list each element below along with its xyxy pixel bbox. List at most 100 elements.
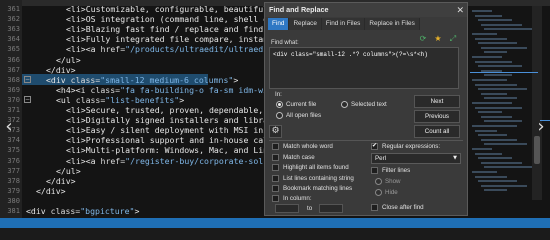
match-case-checkbox[interactable] — [272, 154, 279, 161]
match-case-label: Match case — [283, 154, 315, 161]
filter-lines-checkbox[interactable] — [371, 167, 378, 174]
bottom-accent-bar — [0, 218, 550, 228]
minimap-line — [484, 74, 512, 77]
code-token: href= — [100, 44, 126, 55]
line-number: 369 — [7, 85, 20, 94]
scope-current-radio[interactable] — [276, 101, 283, 108]
fold-toggle-icon[interactable]: − — [24, 96, 31, 104]
minimap-line — [481, 46, 527, 49]
code-line[interactable]: <ul class="list-benefits"> — [56, 95, 184, 105]
minimap-line — [478, 157, 512, 160]
dialog-tabs: Find Replace Find in Files Replace in Fi… — [268, 18, 420, 30]
code-token: </div> — [46, 64, 76, 75]
line-number: 371 — [7, 106, 20, 114]
minimap-line — [481, 23, 522, 26]
line-number: 380 — [7, 196, 20, 205]
minimap-line — [484, 51, 507, 54]
filter-hide-radio[interactable] — [375, 189, 382, 196]
filter-lines-label: Filter lines — [382, 167, 411, 174]
minimap-line — [472, 148, 492, 150]
line-number: 367 — [7, 65, 20, 74]
filter-show-radio[interactable] — [375, 178, 382, 185]
column-to-input[interactable] — [319, 204, 343, 213]
minimap-line — [484, 166, 532, 169]
code-token: <li> — [66, 14, 86, 25]
bookmark-lines-checkbox[interactable] — [272, 185, 279, 192]
carousel-next-arrow[interactable]: › — [534, 116, 548, 138]
code-token: </div> — [46, 175, 76, 186]
code-token: > — [179, 94, 185, 105]
scope-all-label: All open files — [286, 112, 322, 119]
minimap-line — [478, 134, 507, 137]
minimap-line — [475, 175, 507, 178]
code-token: <div — [26, 206, 51, 216]
match-whole-word-label: Match whole word — [283, 143, 333, 150]
line-number: 364 — [7, 35, 20, 44]
code-token: class= — [90, 84, 121, 95]
count-all-button[interactable]: Count all — [414, 125, 460, 138]
line-number: 381 — [7, 207, 20, 215]
tab-find-in-files[interactable]: Find in Files — [321, 18, 366, 30]
minimap-line — [481, 138, 517, 141]
list-lines-checkbox[interactable] — [272, 175, 279, 182]
code-token: Multi-platform: Windows, Mac, and Linux — [85, 145, 278, 156]
minimap-line — [478, 19, 512, 22]
minimap-line — [484, 143, 527, 146]
line-number: 362 — [7, 15, 20, 24]
find-what-input[interactable]: <div class="small-12 .*? columns">(?=\s*… — [269, 47, 459, 89]
regex-checkbox[interactable] — [371, 142, 378, 150]
minimap-line — [478, 42, 517, 45]
star-icon[interactable]: ★ — [432, 33, 444, 45]
code-line[interactable]: </ul> — [56, 55, 81, 65]
next-button[interactable]: Next — [414, 95, 460, 108]
code-token: <h4><i — [56, 84, 91, 95]
code-line[interactable]: <div class="bgpicture"> — [26, 206, 139, 216]
code-line[interactable]: </ul> — [56, 166, 81, 176]
scope-all-radio[interactable] — [276, 112, 283, 119]
close-icon[interactable]: ✕ — [456, 4, 464, 16]
expand-icon[interactable]: ⤢ — [447, 33, 459, 45]
tab-find[interactable]: Find — [268, 18, 290, 30]
line-number: 375 — [7, 146, 20, 155]
minimap-line — [478, 111, 502, 114]
gear-icon[interactable]: ⚙ — [269, 125, 282, 138]
code-line[interactable]: </div> — [46, 65, 76, 75]
chevron-down-icon: ▼ — [453, 155, 457, 161]
minimap[interactable] — [468, 6, 532, 200]
match-whole-word-checkbox[interactable] — [272, 143, 279, 150]
minimap-line — [475, 37, 507, 40]
tab-replace-in-files[interactable]: Replace in Files — [365, 18, 420, 30]
code-token: <li> — [66, 24, 86, 35]
scope-selected-label: Selected text — [351, 101, 387, 108]
minimap-line — [481, 161, 522, 164]
line-number: 378 — [7, 176, 20, 185]
minimap-line — [472, 56, 502, 58]
carousel-prev-arrow[interactable]: ‹ — [2, 116, 16, 138]
code-line[interactable]: </div> — [46, 176, 76, 186]
previous-button[interactable]: Previous — [414, 110, 460, 123]
close-after-find-label: Close after find — [382, 204, 424, 211]
line-number: 377 — [7, 166, 20, 175]
line-number: 376 — [7, 156, 20, 165]
code-line[interactable]: <div class="small-12 medium-6 columns"> — [46, 75, 238, 85]
column-from-input[interactable] — [275, 204, 299, 213]
refresh-icon[interactable]: ⟳ — [417, 33, 429, 45]
scope-selected-radio[interactable] — [341, 101, 348, 108]
minimap-line — [481, 184, 527, 187]
line-number: 363 — [7, 25, 20, 34]
scrollbar-thumb[interactable] — [534, 136, 540, 164]
code-token: <li> — [66, 105, 86, 115]
vertical-scrollbar[interactable] — [532, 6, 542, 200]
code-token: <li><a — [66, 44, 101, 55]
regex-engine-select[interactable]: Perl ▼ — [371, 153, 461, 164]
close-after-find-checkbox[interactable] — [371, 204, 378, 211]
fold-toggle-icon[interactable]: − — [24, 76, 31, 84]
in-column-checkbox[interactable] — [272, 195, 279, 202]
highlight-all-checkbox[interactable] — [272, 164, 279, 171]
code-token: "bgpicture" — [80, 206, 135, 216]
minimap-line — [472, 102, 512, 104]
code-line[interactable]: </div> — [36, 186, 66, 196]
code-token: <div — [46, 74, 71, 85]
list-lines-label: List lines containing string — [283, 175, 354, 182]
tab-replace[interactable]: Replace — [289, 18, 322, 30]
